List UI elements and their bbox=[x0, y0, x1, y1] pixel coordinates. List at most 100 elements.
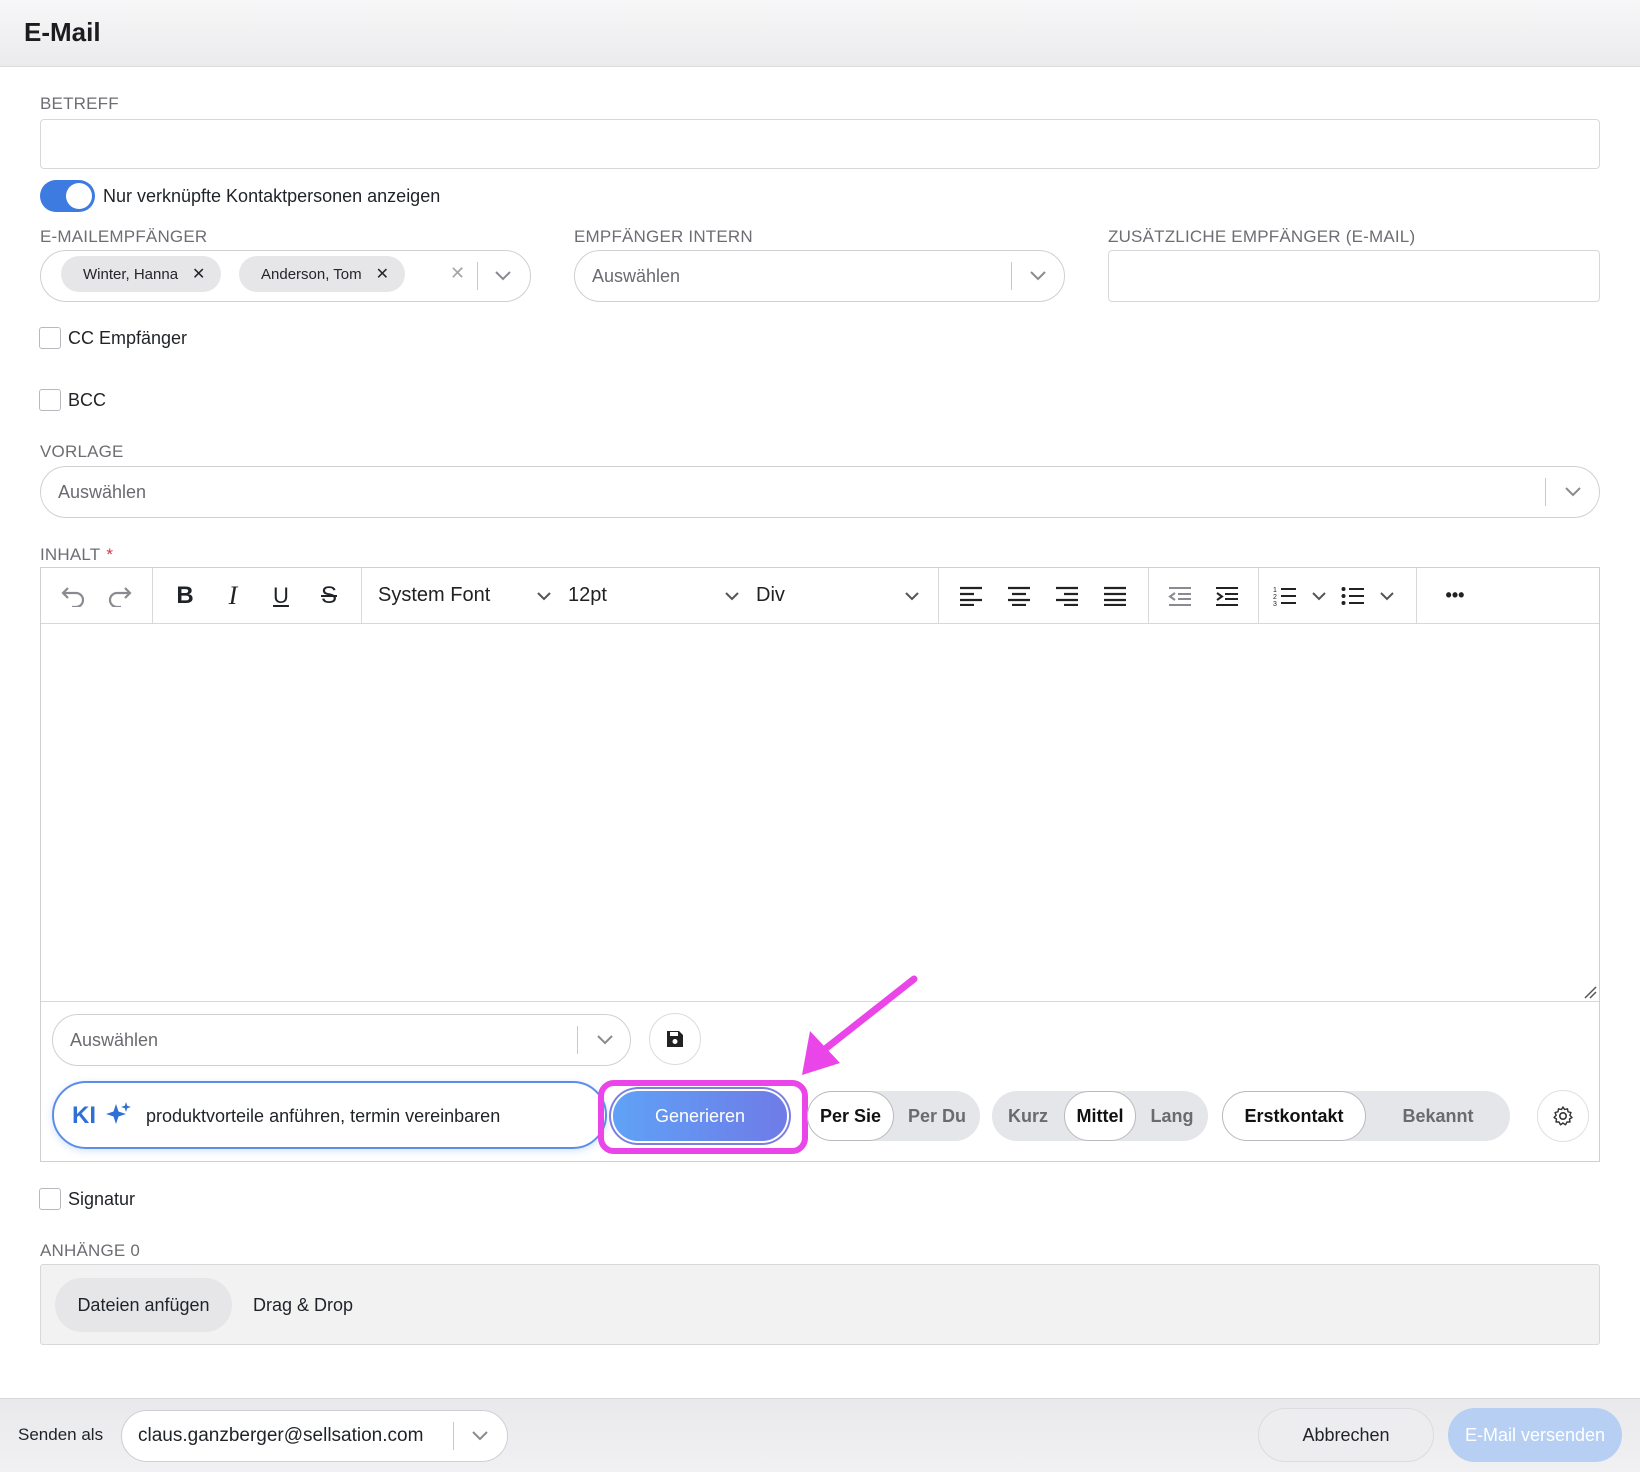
snippet-placeholder: Auswählen bbox=[70, 1030, 159, 1050]
kurz-option[interactable]: Kurz bbox=[992, 1091, 1064, 1141]
select-divider bbox=[1545, 478, 1546, 506]
bcc-checkbox[interactable] bbox=[39, 389, 61, 411]
signature-checkbox[interactable] bbox=[39, 1188, 61, 1210]
ki-prompt-input[interactable]: produktvorteile anführen, termin vereinb… bbox=[146, 1106, 500, 1127]
align-right-icon[interactable] bbox=[1043, 576, 1091, 616]
block-format-value: Div bbox=[756, 584, 785, 606]
recipient-chip[interactable]: Winter, Hanna ✕ bbox=[61, 256, 222, 292]
highlight-box bbox=[598, 1080, 808, 1154]
chevron-down-icon[interactable] bbox=[594, 1029, 616, 1051]
recipient-chip-name: Anderson, Tom bbox=[261, 265, 362, 283]
per-du-option[interactable]: Per Du bbox=[894, 1091, 980, 1141]
send-as-value: claus.ganzberger@sellsation.com bbox=[138, 1425, 424, 1446]
cancel-button[interactable]: Abbrechen bbox=[1258, 1408, 1434, 1462]
template-select[interactable] bbox=[40, 466, 1600, 518]
svg-text:2: 2 bbox=[1273, 594, 1277, 601]
bullet-list-icon[interactable] bbox=[1333, 576, 1373, 616]
chevron-down-icon[interactable] bbox=[1027, 265, 1049, 287]
save-snippet-button[interactable] bbox=[649, 1013, 701, 1065]
align-group bbox=[939, 567, 1149, 624]
template-placeholder: Auswählen bbox=[58, 482, 147, 502]
editor-body[interactable] bbox=[41, 624, 1599, 1002]
align-left-icon[interactable] bbox=[947, 576, 995, 616]
redo-icon[interactable] bbox=[97, 576, 145, 616]
linked-contacts-toggle[interactable] bbox=[40, 180, 95, 212]
editor-toolbar: B I U S System Font 12pt Div 1 2 3 ••• bbox=[41, 567, 1599, 624]
more-icon[interactable]: ••• bbox=[1431, 576, 1479, 616]
sparkle-icon bbox=[106, 1101, 132, 1132]
remove-chip-icon[interactable]: ✕ bbox=[192, 264, 205, 284]
clear-selection-icon[interactable]: ✕ bbox=[450, 263, 465, 284]
undo-icon[interactable] bbox=[49, 576, 97, 616]
required-mark: * bbox=[106, 545, 114, 564]
outdent-icon[interactable] bbox=[1157, 576, 1204, 616]
chevron-down-icon bbox=[537, 591, 551, 600]
address-segment: Per Sie Per Du bbox=[807, 1091, 980, 1141]
chevron-down-icon[interactable] bbox=[469, 1425, 491, 1447]
subject-label: BETREFF bbox=[40, 94, 119, 113]
font-family-value: System Font bbox=[378, 584, 491, 606]
font-group: System Font 12pt Div bbox=[362, 567, 939, 624]
format-group: B I U S bbox=[153, 567, 362, 624]
chevron-down-icon bbox=[725, 591, 739, 600]
erstkontakt-option[interactable]: Erstkontakt bbox=[1222, 1091, 1366, 1141]
remove-chip-icon[interactable]: ✕ bbox=[376, 264, 389, 284]
attach-files-button[interactable]: Dateien anfügen bbox=[55, 1278, 232, 1332]
save-icon bbox=[667, 1031, 683, 1047]
resize-handle-icon bbox=[1584, 986, 1597, 999]
font-family-select[interactable]: System Font bbox=[370, 584, 560, 607]
linked-contacts-label: Nur verknüpfte Kontaktpersonen anzeigen bbox=[103, 186, 441, 206]
additional-recipients-label: ZUSÄTZLICHE EMPFÄNGER (E-MAIL) bbox=[1108, 227, 1416, 246]
history-group bbox=[41, 567, 153, 624]
select-divider bbox=[577, 1026, 578, 1054]
font-size-select[interactable]: 12pt bbox=[560, 584, 748, 607]
chevron-down-icon bbox=[905, 591, 919, 600]
mittel-option[interactable]: Mittel bbox=[1064, 1091, 1136, 1141]
select-divider bbox=[453, 1422, 454, 1450]
recipient-chip[interactable]: Anderson, Tom ✕ bbox=[239, 256, 406, 292]
subject-input[interactable] bbox=[40, 119, 1600, 169]
gear-icon bbox=[1553, 1106, 1573, 1126]
chevron-down-icon[interactable] bbox=[1562, 481, 1584, 503]
bekannt-option[interactable]: Bekannt bbox=[1366, 1091, 1510, 1141]
svg-text:3: 3 bbox=[1273, 601, 1277, 607]
attachments-label: ANHÄNGE 0 bbox=[40, 1241, 141, 1260]
bold-button[interactable]: B bbox=[161, 576, 209, 616]
underline-button[interactable]: U bbox=[257, 576, 305, 616]
svg-text:1: 1 bbox=[1273, 587, 1277, 594]
select-divider bbox=[477, 262, 478, 290]
toggle-knob bbox=[66, 183, 92, 209]
cc-checkbox[interactable] bbox=[39, 327, 61, 349]
additional-recipients-input[interactable] bbox=[1108, 250, 1600, 302]
content-label-text: INHALT bbox=[40, 545, 101, 564]
send-email-button[interactable]: E-Mail versenden bbox=[1448, 1408, 1622, 1462]
chevron-down-icon[interactable] bbox=[1305, 576, 1333, 616]
numbered-list-icon[interactable]: 123 bbox=[1265, 576, 1305, 616]
block-format-select[interactable]: Div bbox=[748, 584, 928, 607]
relation-segment: Erstkontakt Bekannt bbox=[1222, 1091, 1510, 1141]
arrow-annotation-icon bbox=[802, 975, 918, 1075]
select-divider bbox=[1011, 262, 1012, 290]
signature-label: Signatur bbox=[68, 1189, 136, 1209]
template-label: VORLAGE bbox=[40, 442, 124, 461]
ki-settings-button[interactable] bbox=[1537, 1090, 1589, 1142]
align-center-icon[interactable] bbox=[995, 576, 1043, 616]
internal-recipients-label: EMPFÄNGER INTERN bbox=[574, 227, 753, 246]
chevron-down-icon[interactable] bbox=[1373, 576, 1401, 616]
indent-icon[interactable] bbox=[1204, 576, 1251, 616]
strikethrough-button[interactable]: S bbox=[305, 576, 353, 616]
font-size-value: 12pt bbox=[568, 584, 607, 606]
content-label: INHALT * bbox=[40, 545, 113, 565]
bcc-label: BCC bbox=[68, 390, 107, 410]
align-justify-icon[interactable] bbox=[1091, 576, 1139, 616]
per-sie-option[interactable]: Per Sie bbox=[807, 1091, 894, 1141]
internal-recipients-placeholder: Auswählen bbox=[592, 266, 681, 286]
recipients-label: E-MAILEMPFÄNGER bbox=[40, 227, 208, 246]
list-group: 123 bbox=[1259, 567, 1417, 624]
chevron-down-icon[interactable] bbox=[492, 265, 514, 287]
dialog-header: E-Mail bbox=[0, 0, 1640, 67]
italic-button[interactable]: I bbox=[209, 576, 257, 616]
lang-option[interactable]: Lang bbox=[1136, 1091, 1208, 1141]
dialog-title: E-Mail bbox=[24, 17, 101, 47]
recipient-chip-name: Winter, Hanna bbox=[83, 265, 179, 283]
